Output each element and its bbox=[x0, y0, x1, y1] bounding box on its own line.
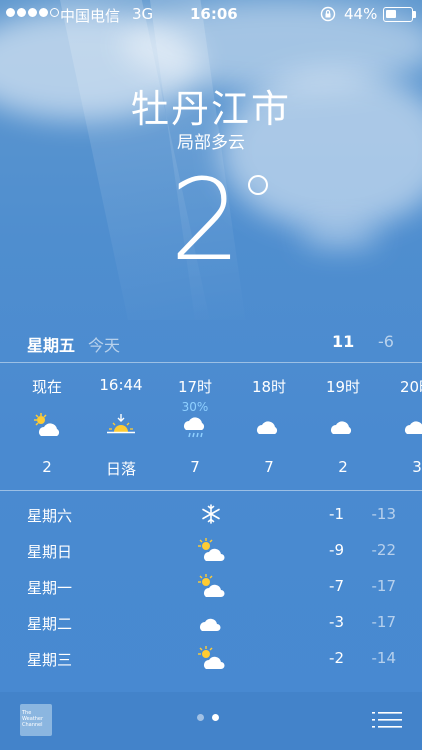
status-bar: 中国电信 3G 16:06 44% bbox=[0, 0, 422, 28]
day-low: -17 bbox=[371, 577, 397, 595]
today-high: 11 bbox=[332, 332, 355, 351]
day-low: -22 bbox=[371, 541, 397, 559]
day-high: -7 bbox=[329, 577, 344, 595]
daily-item: 星期二 -3 -17 bbox=[0, 604, 422, 640]
hour-time: 18时 bbox=[251, 378, 287, 396]
day-low: -14 bbox=[371, 649, 397, 667]
daily-item: 星期六 -1 -13 bbox=[0, 496, 422, 532]
day-name: 星期三 bbox=[27, 651, 73, 669]
today-label: 今天 bbox=[88, 336, 121, 355]
city-list-icon[interactable] bbox=[372, 710, 402, 730]
day-name: 星期日 bbox=[27, 543, 73, 561]
hour-time: 17时 bbox=[177, 378, 213, 396]
snow-icon bbox=[202, 504, 220, 524]
page-dot[interactable] bbox=[197, 714, 204, 721]
today-summary: 星期五 今天 11 -6 bbox=[0, 326, 422, 360]
hourly-item: 16:44 日落 bbox=[84, 362, 158, 490]
hourly-item: 17时 30% 7 bbox=[158, 362, 232, 490]
page-indicator[interactable] bbox=[197, 714, 219, 721]
day-name: 星期六 bbox=[27, 507, 73, 525]
cloud-icon bbox=[200, 618, 221, 631]
rotation-lock-icon bbox=[320, 6, 336, 22]
hour-value: 日落 bbox=[105, 460, 136, 478]
hour-time: 现在 bbox=[31, 378, 62, 396]
hour-time: 16:44 bbox=[99, 376, 143, 394]
battery-icon bbox=[383, 7, 413, 22]
sunset-icon bbox=[107, 414, 135, 434]
hour-value: 2 bbox=[42, 458, 52, 476]
hour-time: 19时 bbox=[325, 378, 361, 396]
daily-forecast[interactable]: 星期六 -1 -13 星期日 -9 -22 星期一 -7 -17 星期二 -3 … bbox=[0, 496, 422, 690]
weather-condition: 局部多云 bbox=[177, 133, 245, 153]
day-name: 星期一 bbox=[27, 579, 73, 597]
hour-time: 20时 bbox=[399, 378, 422, 396]
day-low: -13 bbox=[371, 505, 397, 523]
hourly-item: 19时 2 bbox=[306, 362, 380, 490]
day-low: -17 bbox=[371, 613, 397, 631]
page-dot-active[interactable] bbox=[212, 714, 219, 721]
hour-value: 2 bbox=[338, 458, 348, 476]
partly-sunny-icon bbox=[198, 538, 225, 561]
hourly-forecast[interactable]: 现在 2 16:44 日落 17时 30% 7 18时 7 19时 2 20 3 bbox=[0, 362, 422, 490]
day-high: -3 bbox=[329, 613, 344, 631]
hour-value: 3 bbox=[412, 458, 422, 476]
daily-item: 星期三 -2 -14 bbox=[0, 640, 422, 676]
signal-strength-icon bbox=[6, 8, 59, 17]
divider bbox=[0, 490, 422, 491]
today-weekday: 星期五 bbox=[27, 336, 76, 355]
daily-item: 星期一 -7 -17 bbox=[0, 568, 422, 604]
carrier-name: 中国电信 bbox=[60, 7, 121, 25]
logo-text: The Weather Channel bbox=[22, 710, 44, 728]
temperature-value: 2 bbox=[170, 156, 242, 286]
partly-sunny-icon bbox=[198, 646, 225, 669]
hourly-item: 20时 3 bbox=[380, 362, 422, 490]
day-high: -1 bbox=[329, 505, 344, 523]
hourly-item: 18时 7 bbox=[232, 362, 306, 490]
battery-percent: 44% bbox=[344, 5, 378, 23]
partly-sunny-icon bbox=[198, 574, 225, 597]
today-low: -6 bbox=[378, 332, 394, 351]
day-high: -9 bbox=[329, 541, 344, 559]
hour-value: 7 bbox=[264, 458, 274, 476]
hour-value: 7 bbox=[190, 458, 200, 476]
degree-symbol bbox=[248, 175, 268, 195]
current-temperature: 2 bbox=[0, 165, 422, 285]
partly-sunny-icon bbox=[34, 413, 60, 436]
city-name: 牡丹江市 bbox=[130, 87, 291, 131]
bottom-toolbar: The Weather Channel bbox=[0, 692, 422, 750]
cloud-icon bbox=[257, 421, 278, 434]
cloud-icon bbox=[405, 421, 422, 434]
daily-item: 星期日 -9 -22 bbox=[0, 532, 422, 568]
day-name: 星期二 bbox=[27, 615, 73, 633]
network-type: 3G bbox=[132, 5, 154, 23]
weather-channel-logo[interactable]: The Weather Channel bbox=[20, 704, 52, 736]
rain-cloud-icon bbox=[184, 417, 205, 438]
status-clock: 16:06 bbox=[190, 5, 238, 23]
cloud-icon bbox=[331, 421, 352, 434]
day-high: -2 bbox=[329, 649, 344, 667]
hourly-item: 现在 2 bbox=[10, 362, 84, 490]
